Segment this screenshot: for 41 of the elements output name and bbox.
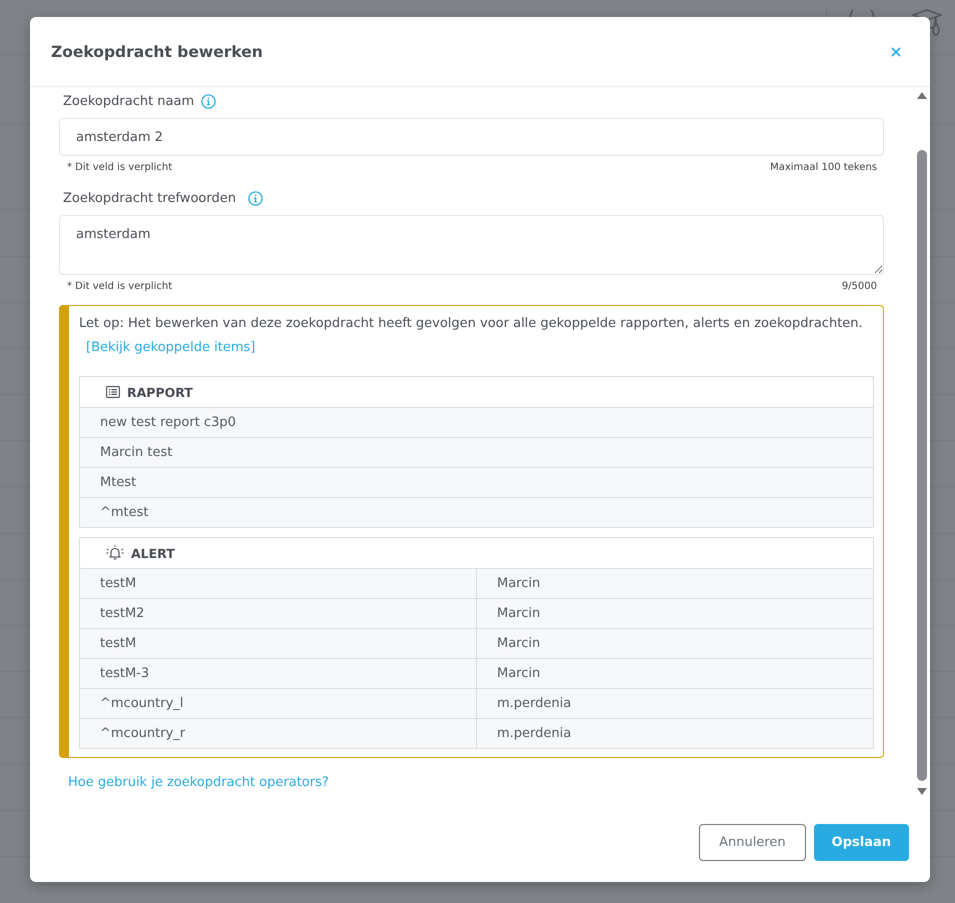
table-cell: ^mcountry_r — [80, 718, 476, 748]
required-note: * Dit veld is verplicht — [67, 161, 172, 175]
scroll-down-icon[interactable] — [917, 788, 927, 795]
name-input[interactable]: amsterdam 2 — [59, 118, 884, 156]
table-cell: ^mtest — [80, 498, 874, 528]
table-title: ALERT — [131, 546, 175, 560]
table-cell: testM — [80, 628, 476, 658]
dialog-title: Zoekopdracht bewerken — [51, 42, 263, 60]
search-icon[interactable] — [849, 10, 875, 17]
table-cell: Marcin — [476, 628, 874, 658]
table-cell: Marcin — [476, 598, 874, 628]
close-icon — [891, 46, 901, 56]
table-cell: ^mcountry_l — [80, 688, 476, 718]
table-cell: testM — [80, 568, 476, 598]
linked-items-link[interactable]: [Bekijk gekoppelde items] — [86, 336, 256, 360]
scrollbar-thumb[interactable] — [917, 150, 927, 781]
info-icon[interactable] — [248, 190, 263, 206]
table-title: RAPPORT — [127, 384, 193, 400]
table-cell: Marcin test — [80, 438, 874, 468]
required-note: * Dit veld is verplicht — [67, 280, 172, 294]
character-counter: 9/5000 — [842, 280, 877, 294]
table-cell: Mtest — [80, 468, 874, 498]
table-cell: m.perdenia — [476, 688, 874, 718]
keywords-textarea[interactable]: amsterdam — [59, 215, 884, 275]
field-label: Zoekopdracht trefwoorden — [63, 190, 236, 206]
table-cell: new test report c3p0 — [80, 408, 874, 438]
table-cell: m.perdenia — [476, 718, 874, 748]
character-counter: Maximaal 100 tekens — [770, 161, 877, 175]
warning-text: Let op: Het bewerken van deze zoekopdracht heeft gevolgen voor alle gekoppelde rapporten, alerts en zoekopdrachten. — [79, 315, 864, 333]
list-icon — [106, 386, 120, 398]
save-button[interactable]: Opslaan — [814, 824, 909, 861]
operators-help-link[interactable]: Hoe gebruik je zoekopdracht operators? — [68, 773, 329, 793]
table-cell: Marcin — [476, 658, 874, 688]
bell-icon — [106, 545, 124, 561]
table-cell: testM-3 — [80, 658, 476, 688]
info-icon[interactable] — [201, 94, 216, 108]
cancel-button[interactable]: Annuleren — [699, 824, 806, 861]
field-label: Zoekopdracht naam — [63, 94, 194, 108]
table-cell: Marcin — [476, 568, 874, 598]
scroll-up-icon[interactable] — [917, 92, 927, 99]
table-cell: testM2 — [80, 598, 476, 628]
